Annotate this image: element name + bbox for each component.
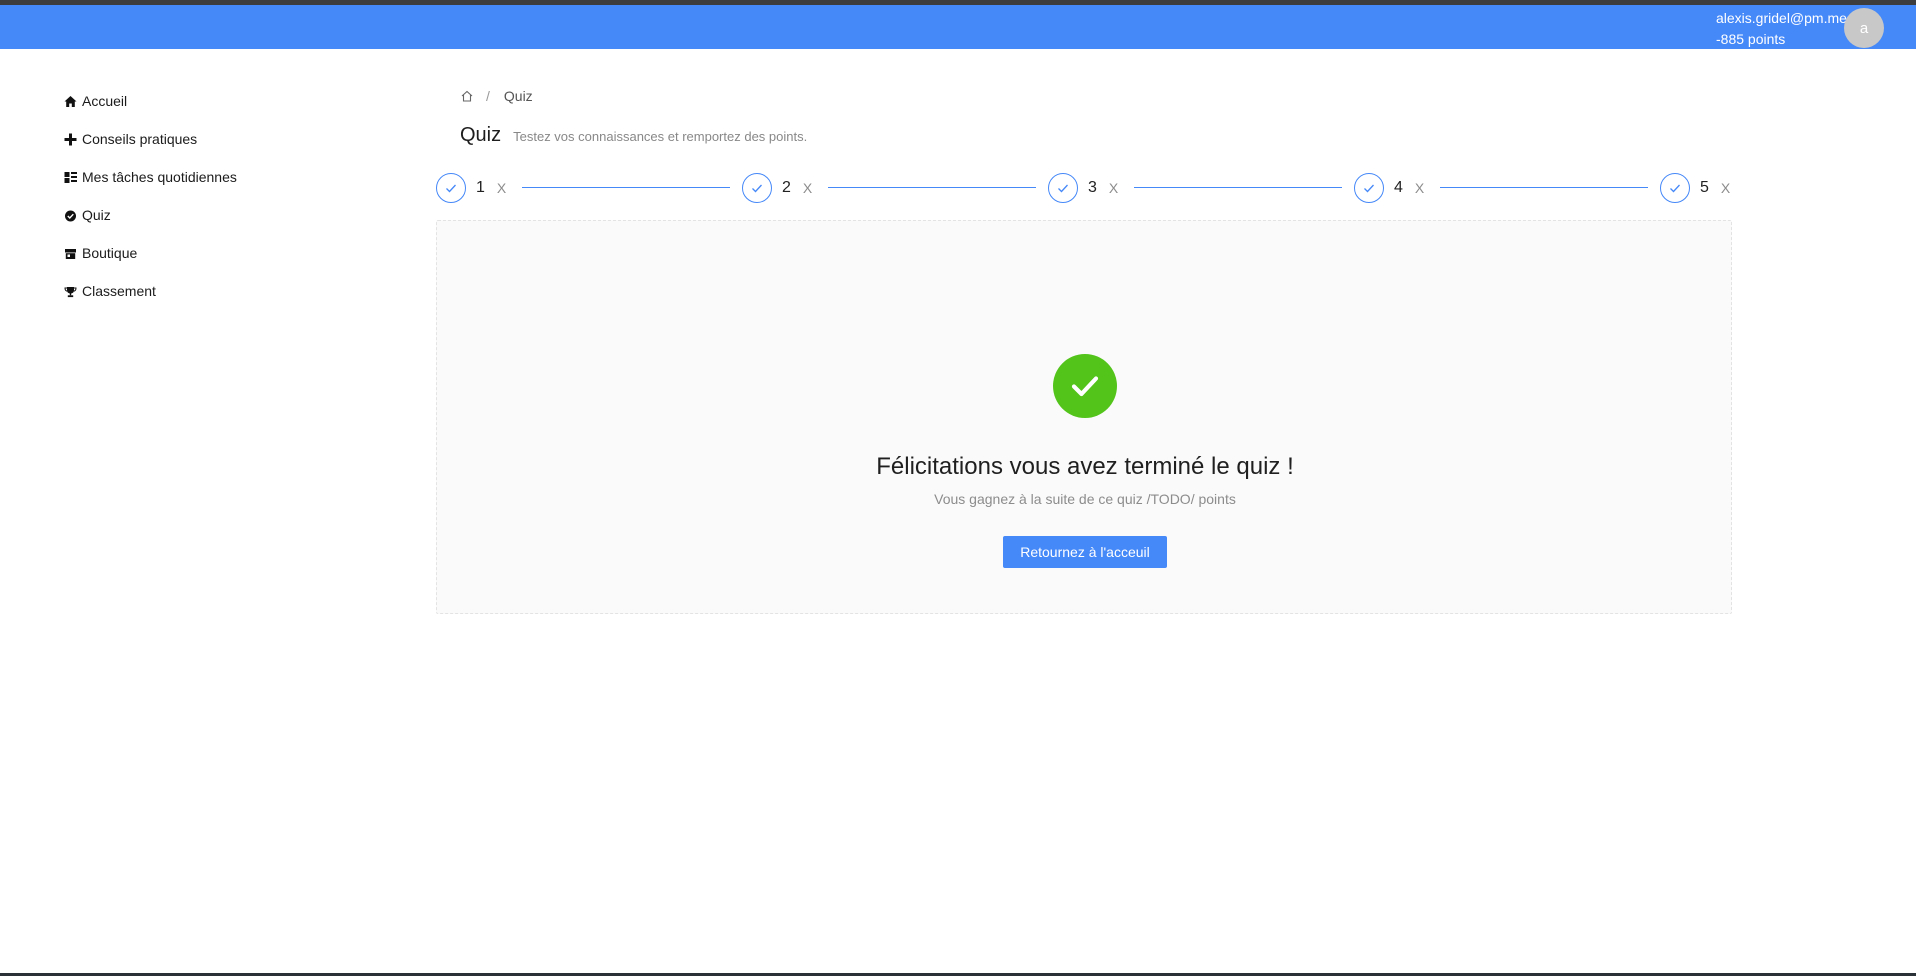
sidebar-item-label: Accueil <box>82 93 128 109</box>
user-email: alexis.gridel@pm.me <box>1716 10 1847 26</box>
shop-icon <box>64 247 77 260</box>
step-4[interactable]: 4 X <box>1354 172 1424 204</box>
quiz-result-card: Félicitations vous avez terminé le quiz … <box>436 220 1732 614</box>
avatar-initial: a <box>1859 19 1869 37</box>
step-number: 4 <box>1394 179 1403 196</box>
breadcrumb: / Quiz <box>460 88 533 104</box>
step-connector <box>522 187 730 188</box>
step-check-icon <box>1354 173 1384 203</box>
step-3[interactable]: 3 X <box>1048 172 1118 204</box>
step-check-icon <box>1660 173 1690 203</box>
sidebar-item-label: Quiz <box>82 207 111 223</box>
result-title: Félicitations vous avez terminé le quiz … <box>876 453 1294 480</box>
result-subtitle: Vous gagnez à la suite de ce quiz /TODO/… <box>934 491 1236 507</box>
sidebar-item-label: Boutique <box>82 245 138 261</box>
step-check-icon <box>436 173 466 203</box>
sidebar-item-label: Conseils pratiques <box>82 131 198 147</box>
step-status-mark: X <box>802 180 813 196</box>
step-status-mark: X <box>1414 180 1425 196</box>
step-connector <box>1134 187 1342 188</box>
user-info[interactable]: alexis.gridel@pm.me -885 points <box>1716 8 1847 50</box>
quiz-steps: 1 X 2 X 3 X 4 X 5 X <box>436 172 1736 204</box>
step-number: 3 <box>1088 179 1097 196</box>
sidebar-item-quiz[interactable]: Quiz <box>64 196 364 234</box>
return-home-button[interactable]: Retournez à l'acceuil <box>1003 536 1167 568</box>
home-icon <box>64 95 77 108</box>
sidebar-menu: Accueil Conseils pratiques Mes tâches qu… <box>64 82 364 310</box>
step-number: 5 <box>1700 179 1709 196</box>
step-2[interactable]: 2 X <box>742 172 812 204</box>
sidebar-item-classement[interactable]: Classement <box>64 272 364 310</box>
step-status-mark: X <box>496 180 507 196</box>
sidebar-item-taches[interactable]: Mes tâches quotidiennes <box>64 158 364 196</box>
step-connector <box>828 187 1036 188</box>
step-number: 2 <box>782 179 791 196</box>
tasks-icon <box>64 171 77 184</box>
page-title: Quiz <box>460 124 502 146</box>
step-5[interactable]: 5 X <box>1660 172 1730 204</box>
trophy-icon <box>64 285 77 298</box>
avatar[interactable]: a <box>1844 8 1884 48</box>
step-check-icon <box>742 173 772 203</box>
step-status-mark: X <box>1720 180 1731 196</box>
step-check-icon <box>1048 173 1078 203</box>
sidebar-item-conseils[interactable]: Conseils pratiques <box>64 120 364 158</box>
user-points: -885 points <box>1716 31 1786 47</box>
home-outline-icon <box>460 89 474 103</box>
page-header: Quiz Testez vos connaissances et remport… <box>460 124 807 147</box>
step-number: 1 <box>476 179 485 196</box>
sidebar-item-boutique[interactable]: Boutique <box>64 234 364 272</box>
sidebar-item-label: Classement <box>82 283 156 299</box>
breadcrumb-separator: / <box>486 88 490 104</box>
step-status-mark: X <box>1108 180 1119 196</box>
check-circle-icon <box>64 209 77 222</box>
plus-icon <box>64 133 77 146</box>
sidebar-item-label: Mes tâches quotidiennes <box>82 169 237 185</box>
step-1[interactable]: 1 X <box>436 172 506 204</box>
breadcrumb-current: Quiz <box>503 88 533 104</box>
page-subtitle: Testez vos connaissances et remportez de… <box>513 129 808 144</box>
top-header: alexis.gridel@pm.me -885 points a <box>0 5 1916 49</box>
sidebar-item-accueil[interactable]: Accueil <box>64 82 364 120</box>
step-connector <box>1440 187 1648 188</box>
success-check-icon <box>1053 354 1117 418</box>
breadcrumb-home-link[interactable] <box>460 89 474 103</box>
